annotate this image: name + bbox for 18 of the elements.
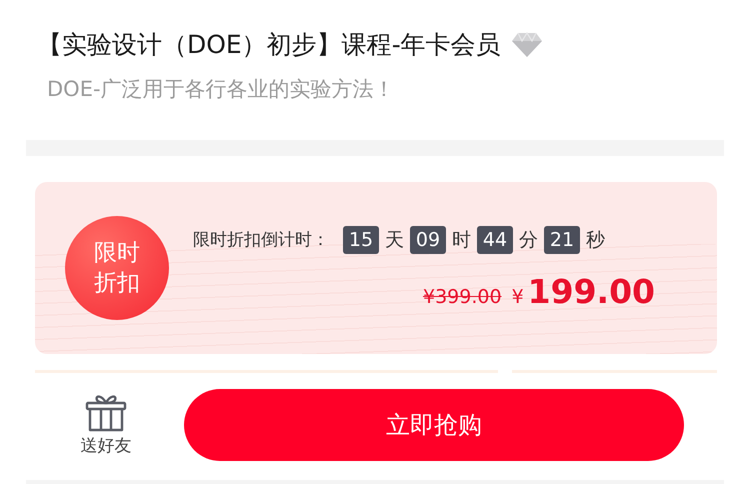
currency-sign: ¥ (512, 286, 524, 308)
diamond-icon (510, 32, 543, 58)
countdown-number: 44 (477, 226, 513, 254)
countdown-number: 21 (544, 226, 580, 254)
discount-badge: 限时 折扣 (65, 216, 169, 320)
original-price: ¥399.00 (422, 286, 502, 308)
course-subtitle: DOE-广泛用于各行各业的实验方法！ (47, 76, 396, 103)
countdown-number: 09 (410, 226, 446, 254)
countdown-unit: 秒 (586, 228, 605, 252)
countdown-unit: 分 (519, 228, 538, 252)
gift-button[interactable]: 送好友 (74, 392, 138, 457)
countdown-label: 限时折扣倒计时： (193, 229, 329, 251)
countdown-number: 15 (343, 226, 379, 254)
sale-price: 199.00 (528, 272, 655, 310)
countdown-unit: 时 (452, 228, 471, 252)
course-title: 【实验设计（DOE）初步】课程-年卡会员 (37, 29, 501, 61)
countdown-unit: 天 (385, 228, 404, 252)
buy-now-button[interactable]: 立即抢购 (184, 388, 684, 460)
